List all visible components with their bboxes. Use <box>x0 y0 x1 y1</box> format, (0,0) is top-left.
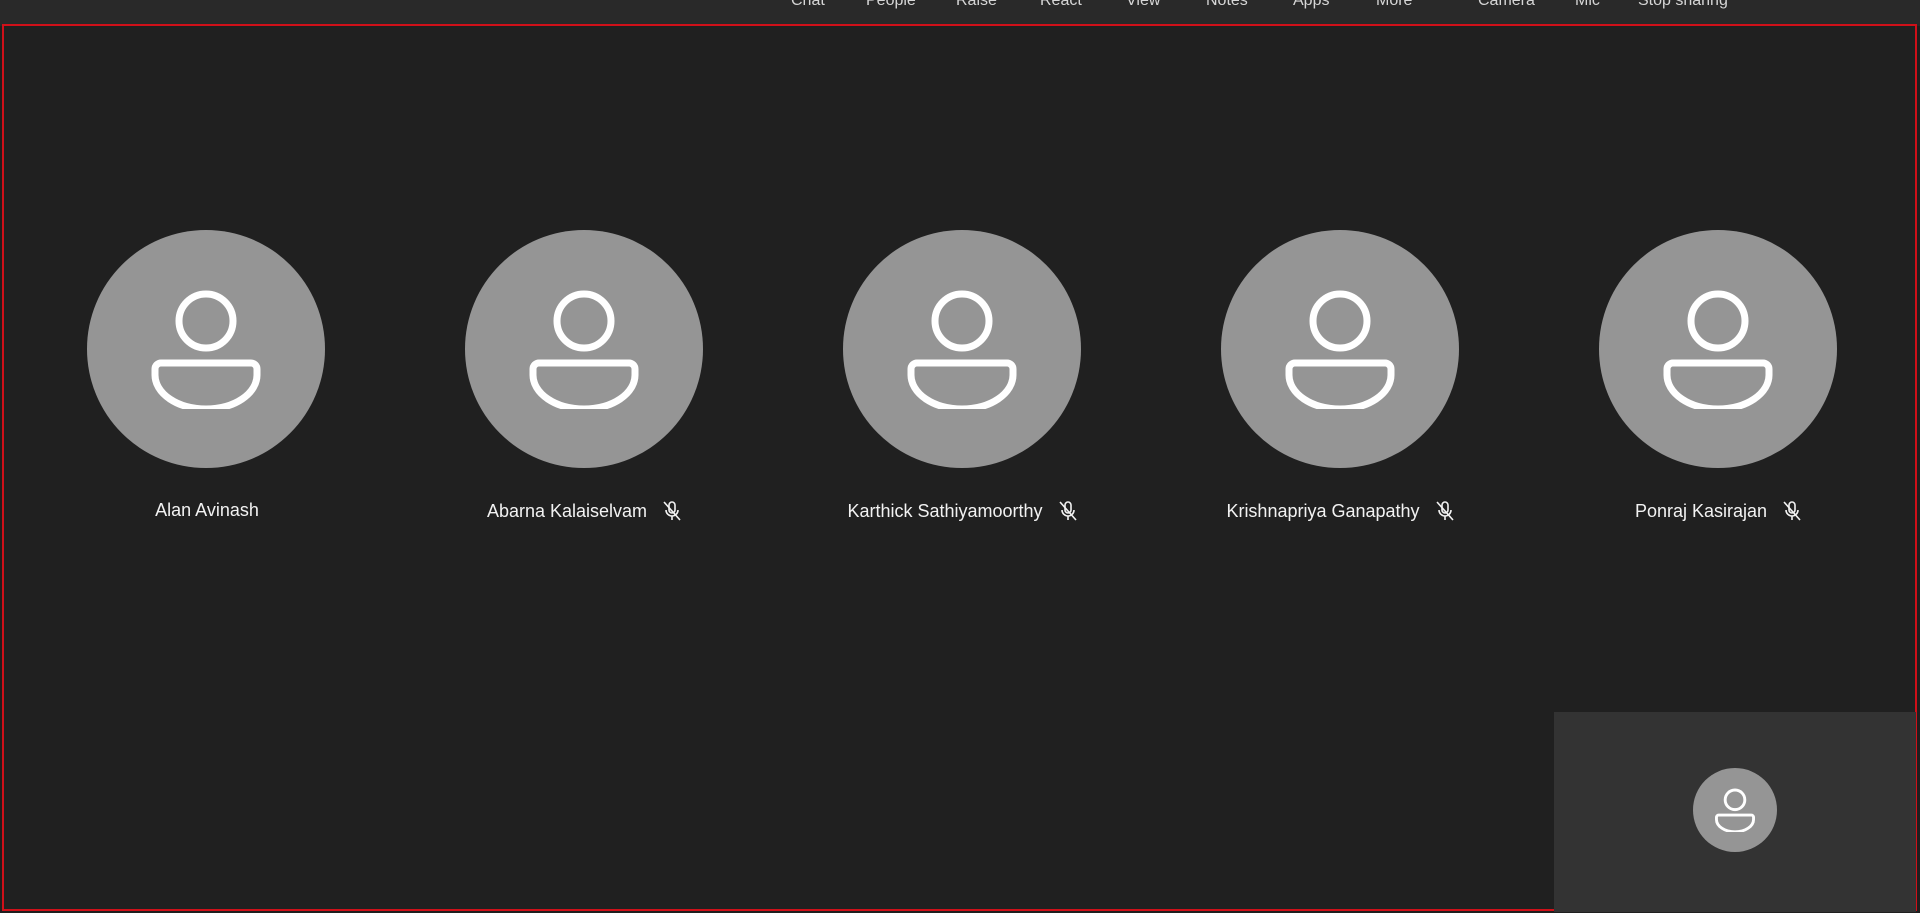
more-button[interactable]: More <box>1376 0 1412 10</box>
person-icon <box>1663 290 1773 409</box>
people-button[interactable]: People <box>866 0 916 10</box>
participant-name: Karthick Sathiyamoorthy <box>847 500 1043 521</box>
person-icon <box>1285 290 1395 409</box>
avatar[interactable] <box>1221 230 1459 468</box>
avatar[interactable] <box>843 230 1081 468</box>
participant-name: Abarna Kalaiselvam <box>486 500 648 521</box>
self-avatar <box>1693 768 1777 852</box>
participant-name-row: Karthick Sathiyamoorthy <box>763 500 1163 522</box>
participant-name: Krishnapriya Ganapathy <box>1226 500 1420 521</box>
meeting-window: Chat People Raise React View Notes Apps … <box>0 0 1920 913</box>
participant-tile[interactable]: Krishnapriya Ganapathy <box>1221 230 1461 530</box>
avatar[interactable] <box>87 230 325 468</box>
participant-tile[interactable]: Alan Avinash <box>87 230 327 530</box>
participant-name: Alan Avinash <box>155 500 259 520</box>
person-icon <box>529 290 639 409</box>
person-icon <box>151 290 261 409</box>
camera-button[interactable]: Camera <box>1478 0 1535 10</box>
stop-sharing-button[interactable]: Stop sharing <box>1638 0 1728 10</box>
mic-off-icon <box>661 500 683 522</box>
screen-share-frame: Alan Avinash Abarna Kalaiselvam Karthick… <box>2 24 1920 913</box>
participant-tile[interactable]: Karthick Sathiyamoorthy <box>843 230 1083 530</box>
self-view-preview[interactable] <box>1554 712 1916 912</box>
participant-name-row: Alan Avinash <box>7 500 407 521</box>
mic-off-icon <box>1057 500 1079 522</box>
participant-name-row: Abarna Kalaiselvam <box>385 500 785 522</box>
mic-off-icon <box>1434 500 1456 522</box>
mic-off-icon <box>1781 500 1803 522</box>
person-icon <box>907 290 1017 409</box>
participant-tile[interactable]: Abarna Kalaiselvam <box>465 230 705 530</box>
participant-name-row: Ponraj Kasirajan <box>1519 500 1919 522</box>
react-button[interactable]: React <box>1040 0 1082 10</box>
view-button[interactable]: View <box>1126 0 1160 10</box>
participant-name-row: Krishnapriya Ganapathy <box>1141 500 1541 522</box>
chat-button[interactable]: Chat <box>791 0 825 10</box>
participant-stage: Alan Avinash Abarna Kalaiselvam Karthick… <box>4 26 1920 913</box>
avatar[interactable] <box>1599 230 1837 468</box>
meeting-toolbar: Chat People Raise React View Notes Apps … <box>0 0 1920 26</box>
participant-tile[interactable]: Ponraj Kasirajan <box>1599 230 1839 530</box>
raise-hand-button[interactable]: Raise <box>956 0 997 10</box>
apps-button[interactable]: Apps <box>1293 0 1329 10</box>
mic-button[interactable]: Mic <box>1575 0 1600 10</box>
avatar[interactable] <box>465 230 703 468</box>
notes-button[interactable]: Notes <box>1206 0 1248 10</box>
person-icon <box>1715 788 1755 832</box>
participant-name: Ponraj Kasirajan <box>1634 500 1768 521</box>
